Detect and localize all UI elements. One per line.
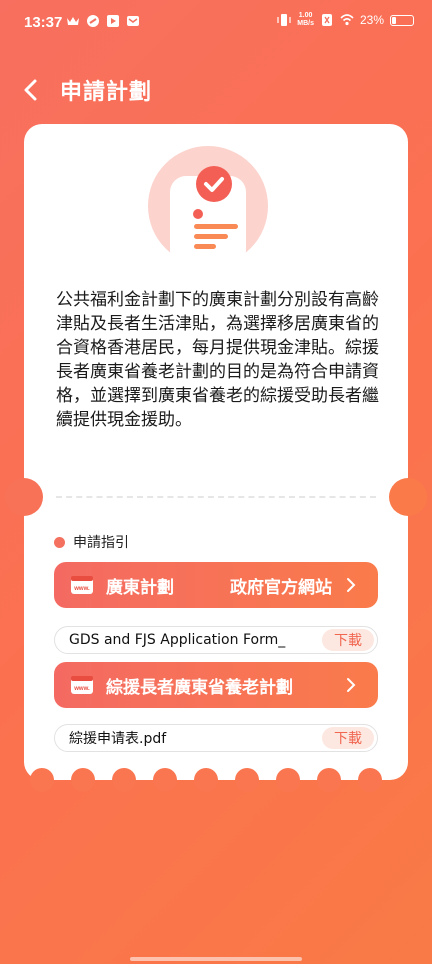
guide-label: 申請指引: [73, 535, 129, 551]
file-item-cssa-form[interactable]: 綜援申请表.pdf 下載: [54, 724, 378, 752]
guangdong-scheme-button[interactable]: www. 廣東計劃 政府官方網站: [54, 562, 378, 608]
file-name: GDS and FJS Application Form_: [69, 632, 286, 648]
scallop: [153, 768, 177, 792]
app-icon: [87, 15, 99, 27]
status-right: 1.00 MB/s 23%: [277, 12, 414, 28]
guangdong-scheme-label: 廣東計劃: [106, 577, 174, 598]
header: 申請計劃: [0, 70, 432, 110]
svg-text:www.: www.: [73, 686, 90, 692]
vibrate-icon: [277, 14, 291, 26]
content-card: 公共福利金計劃下的廣東計劃分別設有高齡津貼及長者生活津貼，為選擇移居廣東省的合資…: [5, 124, 427, 792]
home-indicator[interactable]: [130, 957, 302, 961]
scallop: [235, 768, 259, 792]
status-time: 13:37: [24, 14, 63, 31]
play-icon: [107, 15, 119, 27]
page-title: 申請計劃: [60, 80, 153, 105]
scallop: [30, 768, 54, 792]
notification-icons: [66, 14, 140, 28]
battery-fill: [392, 16, 396, 24]
mail-icon: [127, 16, 139, 26]
battery-percent: 23%: [359, 13, 384, 27]
download-button[interactable]: 下載: [322, 727, 374, 749]
description-text: 公共福利金計劃下的廣東計劃分別設有高齡津貼及長者生活津貼，為選擇移居廣東省的合資…: [56, 290, 379, 430]
scallop: [71, 768, 95, 792]
nfc-icon: [321, 14, 332, 26]
net-speed: 1.00 MB/s: [297, 12, 314, 28]
card-scalloped-edge: [24, 768, 408, 792]
net-speed-value: 1.00: [298, 12, 313, 19]
dashed-divider: [56, 496, 376, 498]
status-bar: 13:37 1.00 MB/s 23%: [0, 0, 432, 48]
bullet-dot: [54, 536, 65, 548]
file-item-gds-form[interactable]: GDS and FJS Application Form_ 下載: [54, 626, 378, 654]
file-name: 綜援申请表.pdf: [69, 731, 167, 747]
crown-icon: [67, 17, 79, 25]
back-arrow-icon[interactable]: [18, 76, 46, 104]
download-button[interactable]: 下載: [322, 629, 374, 651]
net-speed-unit: MB/s: [297, 20, 314, 27]
scallop: [276, 768, 300, 792]
battery-icon: [390, 14, 414, 26]
chevron-right-icon: [347, 678, 356, 692]
scallop: [317, 768, 341, 792]
chevron-right-icon: [347, 578, 356, 592]
cssa-elderly-scheme-button[interactable]: www. 綜援長者廣東省養老計劃: [54, 662, 378, 708]
scallop: [194, 768, 218, 792]
guide-section-label: 申請指引: [54, 532, 129, 552]
scallop: [112, 768, 136, 792]
svg-text:www.: www.: [73, 586, 90, 592]
official-website-label: 政府官方網站: [230, 577, 332, 598]
cssa-elderly-scheme-label: 綜援長者廣東省養老計劃: [106, 677, 293, 698]
wifi-icon: [340, 14, 354, 26]
www-browser-icon: www.: [71, 676, 93, 694]
document-check-illustration: [148, 146, 268, 266]
www-browser-icon: www.: [71, 576, 93, 594]
ticket-notch-left: [5, 478, 43, 516]
ticket-notch-right: [389, 478, 427, 516]
scallop: [358, 768, 382, 792]
